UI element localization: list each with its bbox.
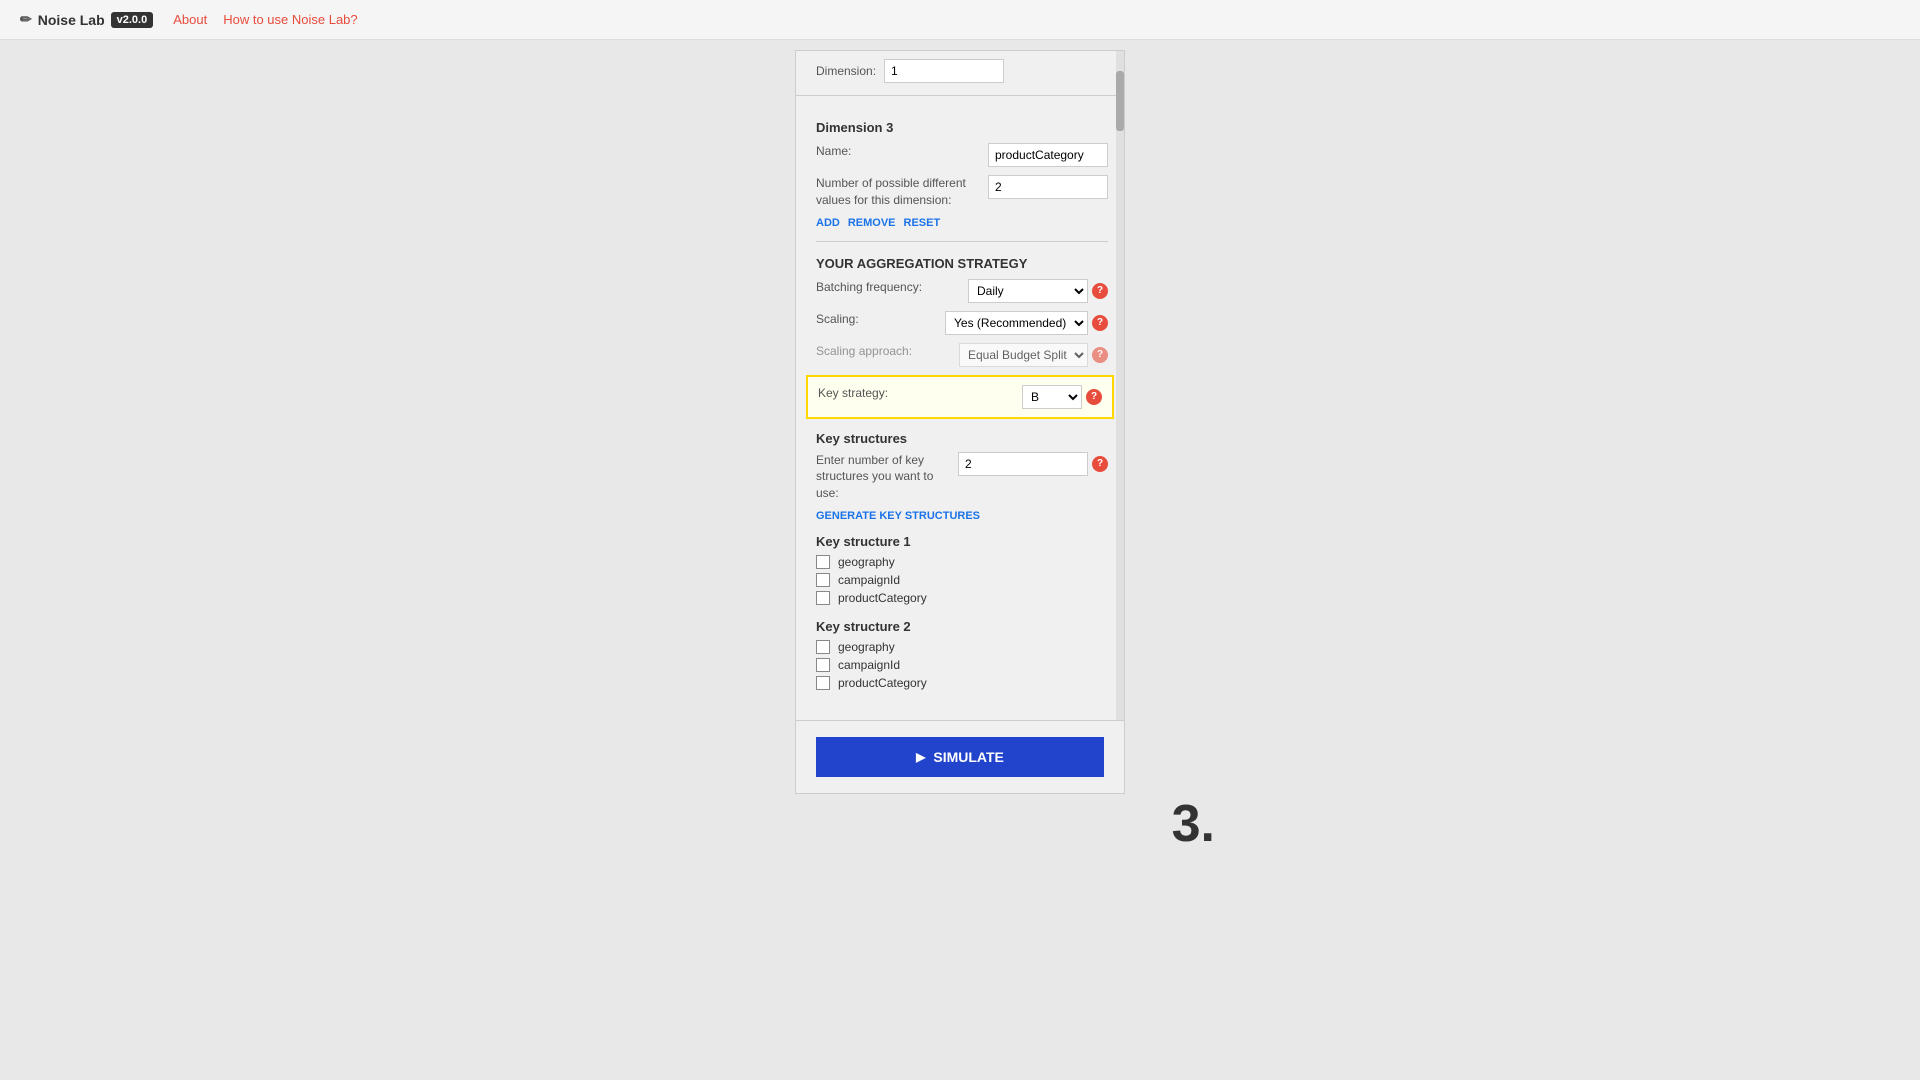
dim3-name-label: Name: bbox=[816, 143, 980, 160]
key-structures-help-icon[interactable]: ? bbox=[1092, 456, 1108, 472]
add-link[interactable]: ADD bbox=[816, 217, 840, 229]
key-strategy-row: Key strategy: A B C ? bbox=[818, 385, 1102, 409]
ks2-campaignid-checkbox[interactable] bbox=[816, 658, 830, 672]
simulate-label: SIMULATE bbox=[933, 749, 1004, 765]
batching-input-wrapper: Daily Weekly Monthly ? bbox=[968, 279, 1108, 303]
ks2-productcategory-label: productCategory bbox=[838, 676, 927, 690]
key-structures-title: Key structures bbox=[816, 431, 1108, 446]
ks2-geography-label: geography bbox=[838, 640, 895, 654]
dim3-count-label: Number of possible different values for … bbox=[816, 175, 980, 209]
scroll-panel[interactable]: Dimension: Dimension 3 Name: bbox=[796, 51, 1124, 720]
scaling-label: Scaling: bbox=[816, 311, 937, 328]
key-structures-section: Key structures Enter number of key struc… bbox=[816, 431, 1108, 690]
dim3-name-input[interactable] bbox=[988, 143, 1108, 167]
ks1-productcategory-checkbox[interactable] bbox=[816, 591, 830, 605]
key-structure-2-title: Key structure 2 bbox=[816, 619, 1108, 634]
step-number: 3. bbox=[1172, 794, 1215, 854]
dimension3-title: Dimension 3 bbox=[816, 120, 1108, 135]
key-strategy-select[interactable]: A B C bbox=[1022, 385, 1082, 409]
dim3-count-row: Number of possible different values for … bbox=[816, 175, 1108, 209]
batching-label: Batching frequency: bbox=[816, 279, 960, 296]
ks1-productcategory-row: productCategory bbox=[816, 591, 1108, 605]
simulate-button[interactable]: ▶ SIMULATE bbox=[816, 737, 1104, 777]
aggregation-title: YOUR AGGREGATION STRATEGY bbox=[816, 256, 1108, 271]
dim3-name-row: Name: bbox=[816, 143, 1108, 167]
dim3-count-input-wrapper bbox=[988, 175, 1108, 199]
key-strategy-input-wrapper: A B C ? bbox=[1022, 385, 1102, 409]
app-title: Noise Lab bbox=[38, 12, 105, 28]
key-structure-1-title: Key structure 1 bbox=[816, 534, 1108, 549]
dimension-top-label: Dimension: bbox=[816, 64, 876, 78]
ks2-campaignid-row: campaignId bbox=[816, 658, 1108, 672]
scaling-row: Scaling: Yes (Recommended) No ? bbox=[816, 311, 1108, 335]
dim3-action-links: ADD REMOVE RESET bbox=[816, 217, 1108, 229]
top-nav: ✏ Noise Lab v2.0.0 About How to use Nois… bbox=[0, 0, 1920, 40]
ks2-productcategory-checkbox[interactable] bbox=[816, 676, 830, 690]
scaling-approach-label: Scaling approach: bbox=[816, 343, 951, 360]
key-structures-count-label: Enter number of key structures you want … bbox=[816, 452, 950, 502]
scrollbar-thumb[interactable] bbox=[1116, 71, 1124, 131]
generate-key-structures-link[interactable]: GENERATE KEY STRUCTURES bbox=[816, 510, 1108, 522]
ks1-campaignid-checkbox[interactable] bbox=[816, 573, 830, 587]
form-content: Dimension 3 Name: Number of possible dif… bbox=[796, 96, 1124, 720]
nav-links: About How to use Noise Lab? bbox=[173, 12, 357, 27]
main-content: Dimension: Dimension 3 Name: bbox=[0, 40, 1920, 794]
ks1-campaignid-row: campaignId bbox=[816, 573, 1108, 587]
dimension-top-input[interactable] bbox=[884, 59, 1004, 83]
ks2-productcategory-row: productCategory bbox=[816, 676, 1108, 690]
dimension-row-top: Dimension: bbox=[816, 59, 1104, 83]
batching-select[interactable]: Daily Weekly Monthly bbox=[968, 279, 1088, 303]
scaling-input-wrapper: Yes (Recommended) No ? bbox=[945, 311, 1108, 335]
key-structures-count-input[interactable] bbox=[958, 452, 1088, 476]
play-icon: ▶ bbox=[916, 750, 925, 764]
remove-link[interactable]: REMOVE bbox=[848, 217, 896, 229]
key-strategy-help-icon[interactable]: ? bbox=[1086, 389, 1102, 405]
page-wrapper: ✏ Noise Lab v2.0.0 About How to use Nois… bbox=[0, 0, 1920, 1080]
ks2-campaignid-label: campaignId bbox=[838, 658, 900, 672]
version-badge: v2.0.0 bbox=[111, 12, 154, 28]
divider-1 bbox=[816, 241, 1108, 242]
scaling-help-icon[interactable]: ? bbox=[1092, 315, 1108, 331]
pencil-icon: ✏ bbox=[20, 11, 32, 28]
simulate-section: ▶ SIMULATE bbox=[796, 720, 1124, 793]
batching-row: Batching frequency: Daily Weekly Monthly… bbox=[816, 279, 1108, 303]
ks1-productcategory-label: productCategory bbox=[838, 591, 927, 605]
dim3-name-input-wrapper bbox=[988, 143, 1108, 167]
ks1-geography-label: geography bbox=[838, 555, 895, 569]
center-panel: Dimension: Dimension 3 Name: bbox=[795, 50, 1125, 794]
scaling-approach-row: Scaling approach: Equal Budget Split ? bbox=[816, 343, 1108, 367]
scrollbar-track[interactable] bbox=[1116, 51, 1124, 720]
reset-link[interactable]: RESET bbox=[904, 217, 941, 229]
ks1-geography-row: geography bbox=[816, 555, 1108, 569]
key-strategy-highlight: Key strategy: A B C ? bbox=[806, 375, 1114, 419]
panel-relative: Dimension: Dimension 3 Name: bbox=[795, 40, 1125, 794]
scaling-approach-help-icon[interactable]: ? bbox=[1092, 347, 1108, 363]
key-structures-count-row: Enter number of key structures you want … bbox=[816, 452, 1108, 502]
ks2-geography-checkbox[interactable] bbox=[816, 640, 830, 654]
dimension-top-partial: Dimension: bbox=[796, 51, 1124, 96]
nav-logo: ✏ Noise Lab v2.0.0 bbox=[20, 11, 153, 28]
batching-help-icon[interactable]: ? bbox=[1092, 283, 1108, 299]
key-structures-count-wrapper: ? bbox=[958, 452, 1108, 476]
scaling-approach-input-wrapper: Equal Budget Split ? bbox=[959, 343, 1108, 367]
key-strategy-label: Key strategy: bbox=[818, 385, 1014, 402]
ks2-geography-row: geography bbox=[816, 640, 1108, 654]
how-to-link[interactable]: How to use Noise Lab? bbox=[223, 12, 357, 27]
ks1-geography-checkbox[interactable] bbox=[816, 555, 830, 569]
ks1-campaignid-label: campaignId bbox=[838, 573, 900, 587]
dim3-count-input[interactable] bbox=[988, 175, 1108, 199]
scaling-select[interactable]: Yes (Recommended) No bbox=[945, 311, 1088, 335]
about-link[interactable]: About bbox=[173, 12, 207, 27]
scaling-approach-select[interactable]: Equal Budget Split bbox=[959, 343, 1088, 367]
